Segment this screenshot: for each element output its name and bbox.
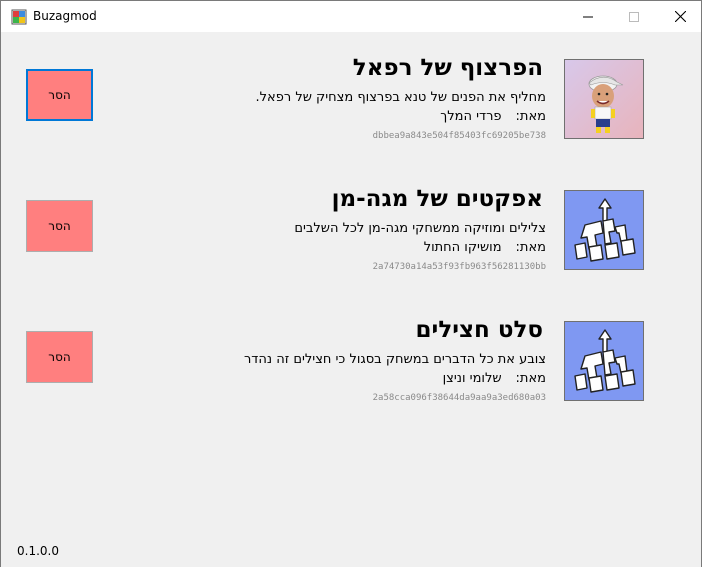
mod-hash: 2a58cca096f38644da9aa9a3ed680a03 xyxy=(372,393,546,403)
mod-item: הסר אפקטים של מגה-מן צלילים ומוזיקה ממשח… xyxy=(1,186,701,296)
maximize-icon xyxy=(629,11,639,22)
remove-button[interactable]: הסר xyxy=(26,200,93,252)
mod-author: פרדי המלך xyxy=(440,109,502,124)
mod-title: הפרצוף של רפאל xyxy=(352,55,543,81)
mod-description: מחליף את הפנים של טנא בפרצוף מצחיק של רפ… xyxy=(255,90,546,105)
mod-author: מושיקו החתול xyxy=(423,240,502,255)
author-label: מאת: xyxy=(515,371,546,386)
close-button[interactable] xyxy=(657,1,702,32)
version-label: 0.1.0.0 xyxy=(17,544,59,558)
minimize-button[interactable] xyxy=(565,1,611,32)
cartoon-face-icon xyxy=(565,60,643,138)
mod-author-line: מאת: שלומי וניצן xyxy=(443,371,546,386)
maximize-button[interactable] xyxy=(611,1,657,32)
close-icon xyxy=(674,11,686,22)
remove-button[interactable]: הסר xyxy=(26,331,93,383)
minimize-icon xyxy=(583,16,593,17)
mod-author: שלומי וניצן xyxy=(442,371,502,386)
mod-description: צלילים ומוזיקה ממשחקי מגה-מן לכל השלבים xyxy=(294,221,546,236)
mod-thumbnail xyxy=(564,321,644,401)
mod-title: אפקטים של מגה-מן xyxy=(331,186,543,212)
remove-button[interactable]: הסר xyxy=(26,69,93,121)
mod-item: הסר סלט חצילים צובע את כל הדברים במשחק ב… xyxy=(1,317,701,427)
mod-list: הסר הפרצוף של רפאל מחליף את הפנים של טנא… xyxy=(1,32,701,567)
mod-hash: 2a74730a14a53f93fb963f56281130bb xyxy=(372,262,546,272)
mod-author-line: מאת: מושיקו החתול xyxy=(424,240,546,255)
title-bar[interactable]: Buzagmod xyxy=(1,1,701,32)
app-window: Buzagmod הסר הפרצוף של רפאל מחליף את הפנ… xyxy=(0,0,702,567)
mod-hash: dbbea9a843e504f85403fc69205be738 xyxy=(372,131,546,141)
buzagmod-logo-icon xyxy=(565,322,643,400)
mod-thumbnail xyxy=(564,190,644,270)
app-icon xyxy=(11,9,27,25)
buzagmod-logo-icon xyxy=(565,191,643,269)
mod-description: צובע את כל הדברים במשחק בסגול כי חצילים … xyxy=(243,352,546,367)
author-label: מאת: xyxy=(515,109,546,124)
mod-thumbnail xyxy=(564,59,644,139)
mod-title: סלט חצילים xyxy=(415,317,543,343)
window-title: Buzagmod xyxy=(33,9,97,23)
author-label: מאת: xyxy=(515,240,546,255)
mod-item: הסר הפרצוף של רפאל מחליף את הפנים של טנא… xyxy=(1,55,701,165)
mod-author-line: מאת: פרדי המלך xyxy=(440,109,546,124)
